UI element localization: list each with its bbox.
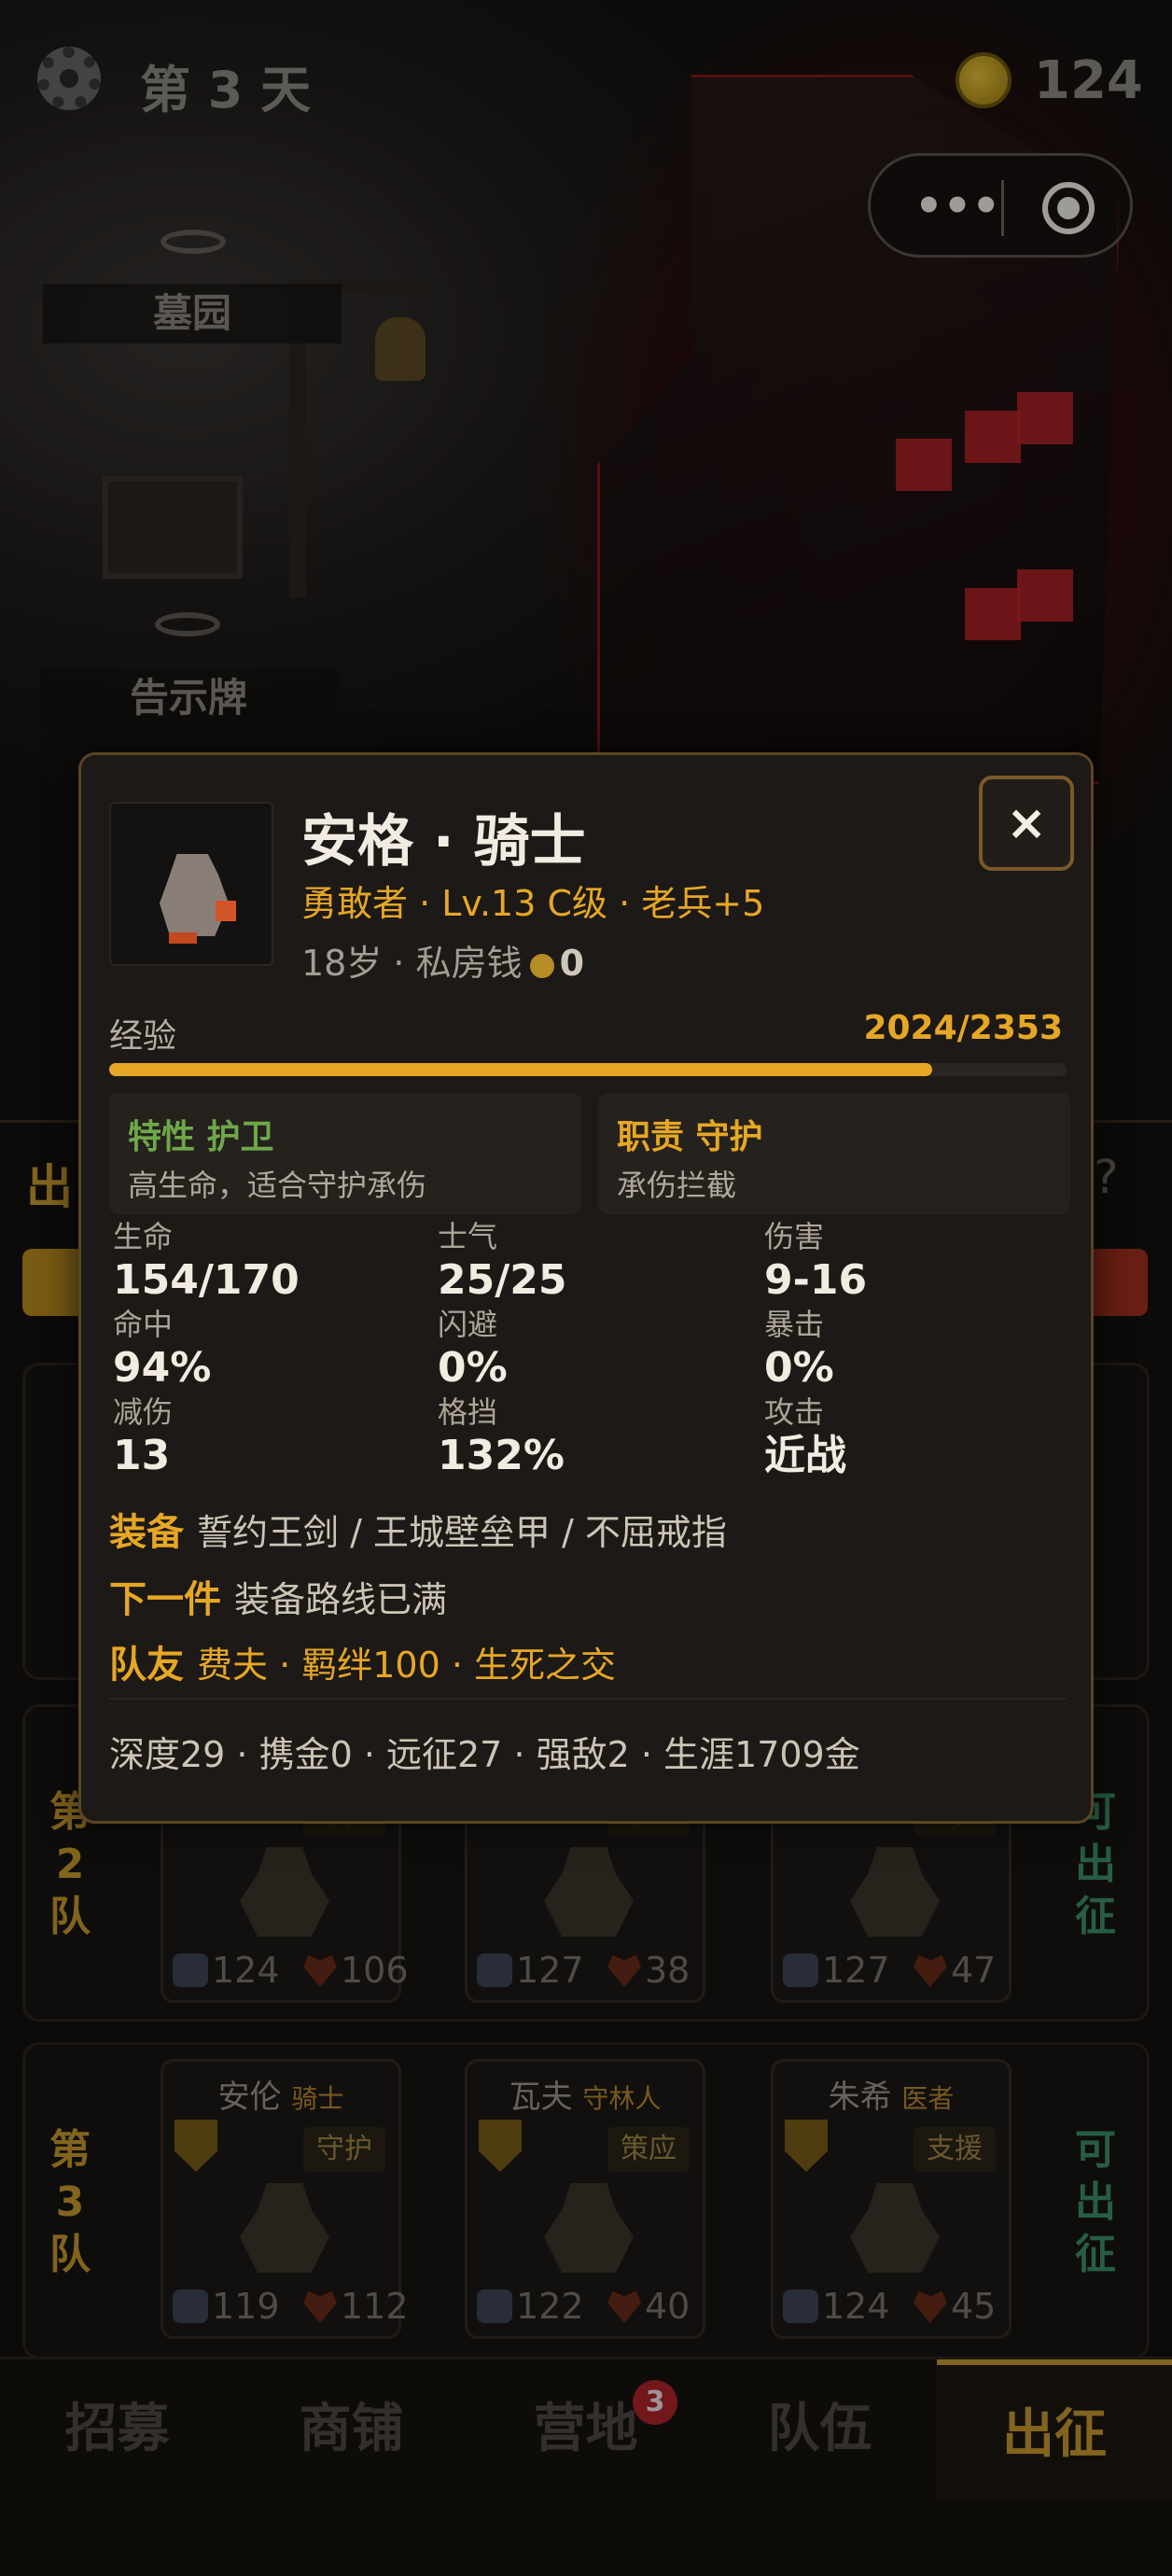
next-equipment-line: 下一件 装备路线已满 — [109, 1569, 447, 1623]
stat-label: 格挡 — [438, 1394, 498, 1430]
hero-detail-modal: 安格 · 骑士 勇敢者 · Lv.13 C级 · 老兵+5 18岁 · 私房钱 0… — [78, 752, 1094, 1824]
exp-progress-bar — [109, 1063, 1067, 1076]
stat-label: 伤害 — [764, 1219, 825, 1254]
knight-sprite-detail — [169, 932, 197, 944]
trait-desc: 高生命，适合守护承伤 — [128, 1168, 427, 1203]
stat-value: 近战 — [764, 1432, 846, 1479]
knight-sprite-detail — [216, 901, 236, 921]
stat-hit: 命中 94% — [113, 1308, 430, 1392]
stat-value: 94% — [113, 1344, 212, 1392]
hero-meta: 18岁 · 私房钱 0 — [301, 934, 584, 986]
equipment-line: 装备 誓约王剑 / 王城壁垒甲 / 不屈戒指 — [109, 1502, 727, 1556]
teammate-value: 费夫 · 羁绊100 · 生死之交 — [197, 1645, 617, 1686]
stat-label: 暴击 — [764, 1307, 825, 1342]
stat-value: 25/25 — [438, 1256, 567, 1304]
exp-label: 经验 — [109, 1017, 177, 1056]
stat-attack-type: 攻击 近战 — [764, 1395, 1081, 1479]
equipment-value: 誓约王剑 / 王城壁垒甲 / 不屈戒指 — [197, 1512, 727, 1553]
stat-label: 攻击 — [764, 1394, 825, 1430]
stat-block: 格挡 132% — [438, 1395, 755, 1479]
trait-box: 特性 护卫 高生命，适合守护承伤 — [109, 1093, 581, 1214]
hero-record-summary: 深度29 · 携金0 · 远征27 · 强敌2 · 生涯1709金 — [109, 1734, 860, 1775]
equipment-key: 装备 — [109, 1511, 184, 1554]
stat-dodge: 闪避 0% — [438, 1308, 755, 1392]
stat-value: 0% — [438, 1344, 508, 1392]
duty-title: 职责 守护 — [617, 1118, 763, 1156]
stat-label: 命中 — [113, 1307, 174, 1342]
close-button[interactable]: × — [979, 776, 1074, 871]
exp-progress-fill — [109, 1063, 933, 1076]
next-equipment-key: 下一件 — [109, 1578, 221, 1621]
stat-value: 0% — [764, 1344, 834, 1392]
duty-box: 职责 守护 承伤拦截 — [598, 1093, 1070, 1214]
coin-icon — [529, 953, 554, 978]
teammate-line: 队友 费夫 · 羁绊100 · 生死之交 — [109, 1634, 616, 1688]
teammate-key: 队友 — [109, 1644, 184, 1687]
stat-hp: 生命 154/170 — [113, 1220, 430, 1304]
stat-value: 9-16 — [764, 1256, 868, 1304]
exp-value: 2024/2353 — [863, 1009, 1063, 1047]
stat-label: 生命 — [113, 1219, 174, 1254]
stat-crit: 暴击 0% — [764, 1308, 1081, 1392]
hero-title: 安格 · 骑士 — [301, 809, 586, 875]
stat-morale: 士气 25/25 — [438, 1220, 755, 1304]
stat-label: 减伤 — [113, 1394, 174, 1430]
duty-desc: 承伤拦截 — [617, 1168, 737, 1203]
hero-savings: 0 — [559, 943, 585, 984]
stat-reduction: 减伤 13 — [113, 1395, 430, 1479]
hero-subtitle: 勇敢者 · Lv.13 C级 · 老兵+5 — [301, 883, 765, 924]
knight-sprite — [160, 854, 229, 936]
stat-value: 13 — [113, 1432, 171, 1479]
stat-damage: 伤害 9-16 — [764, 1220, 1081, 1304]
trait-title: 特性 护卫 — [128, 1118, 274, 1156]
modal-divider — [109, 1698, 1067, 1700]
hero-portrait — [109, 802, 273, 966]
hero-age-savings: 18岁 · 私房钱 — [301, 943, 523, 984]
stat-value: 132% — [438, 1432, 565, 1479]
stat-value: 154/170 — [113, 1256, 300, 1304]
stat-label: 士气 — [438, 1219, 498, 1254]
next-equipment-value: 装备路线已满 — [234, 1579, 448, 1620]
stat-label: 闪避 — [438, 1307, 498, 1342]
